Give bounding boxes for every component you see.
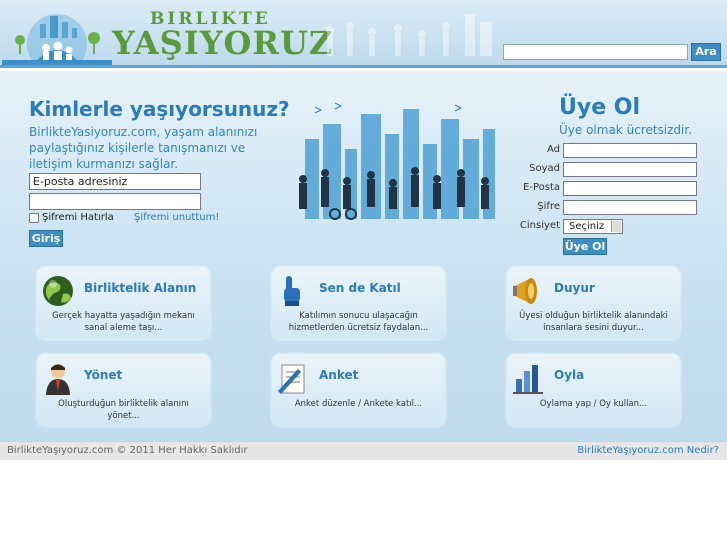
about-link[interactable]: BirlikteYaşıyoruz.com Nedir? <box>577 445 719 456</box>
feature-card-yonet[interactable]: Yönet Oluşturduğun birliktelik alanını y… <box>37 354 210 426</box>
feature-desc: Oluşturduğun birliktelik alanını yönet..… <box>58 399 189 421</box>
feature-title: Oyla <box>554 368 585 382</box>
login-intro-text: BirlikteYasiyoruz.com, yaşam alanınızı p… <box>29 125 258 171</box>
feature-card-oyla[interactable]: Oyla Oylama yap / Oy kullan... <box>507 354 680 426</box>
signup-title: Üye Ol <box>559 95 641 120</box>
remember-me-checkbox[interactable] <box>29 213 39 223</box>
feature-card-duyur[interactable]: Duyur Üyesi olduğun birliktelik alanında… <box>507 267 680 339</box>
login-button[interactable]: Giriş <box>29 230 63 247</box>
feature-card-anket[interactable]: Anket Anket düzenle / Ankete katıl... <box>272 354 445 426</box>
signup-email-label: E-Posta <box>523 182 560 193</box>
logo-text-bottom: YAŞIYORUZ <box>112 24 334 62</box>
city-people-illustration-icon <box>299 102 495 220</box>
signup-password-input[interactable] <box>563 200 697 215</box>
feature-desc: Katılımın sonucu ulaşacağın hizmetlerden… <box>288 311 429 333</box>
email-input[interactable]: E-posta adresiniz <box>29 173 201 190</box>
manager-icon <box>46 364 70 395</box>
search-button[interactable]: Ara <box>691 43 721 61</box>
globe-icon <box>43 276 73 306</box>
forgot-password-link[interactable]: Şifremi unuttum! <box>134 212 219 223</box>
feature-desc: Anket düzenle / Ankete katıl... <box>294 399 423 409</box>
feature-card-birliktelik[interactable]: Birliktelik Alanın Gerçek hayatta yaşadı… <box>37 267 210 339</box>
feature-desc: Oylama yap / Oy kullan... <box>539 399 648 409</box>
survey-icon <box>278 364 305 394</box>
bar-chart-icon <box>513 365 543 394</box>
feature-desc: Üyesi olduğun birliktelik alanındaki ins… <box>519 311 668 333</box>
name-input[interactable] <box>563 143 697 158</box>
name-label: Ad <box>546 144 560 155</box>
feature-card-katil[interactable]: Sen de Katıl Katılımın sonucu ulaşacağın… <box>272 267 445 339</box>
feature-title: Yönet <box>84 368 123 382</box>
pointing-hand-icon <box>284 276 300 306</box>
main-content: Kimlerle yaşıyorsunuz? BirlikteYasiyoruz… <box>0 71 727 441</box>
page: BIRLIKTE YAŞIYORUZ Ara Kimlerle yaşıyors… <box>0 0 727 545</box>
surname-label: Soyad <box>529 163 560 174</box>
feature-title: Duyur <box>554 281 595 295</box>
login-headline: Kimlerle yaşıyorsunuz? <box>29 97 290 121</box>
logo-art-icon <box>2 14 112 65</box>
copyright-text: BirlikteYaşıyoruz.com © 2011 Her Hakkı S… <box>7 445 248 456</box>
feature-title: Sen de Katıl <box>319 281 401 295</box>
feature-desc: Gerçek hayatta yaşadığın mekanı sanal al… <box>52 311 195 333</box>
surname-input[interactable] <box>563 162 697 177</box>
gender-selected-value: Seçiniz <box>569 221 605 232</box>
remember-me-label: Şifremi Hatırla <box>42 212 114 223</box>
gender-label: Cinsiyet <box>519 220 560 231</box>
signup-password-label: Şifre <box>537 201 560 212</box>
megaphone-icon <box>513 278 537 304</box>
password-input[interactable] <box>29 193 201 210</box>
chevron-down-icon <box>611 221 621 232</box>
search-input[interactable] <box>503 44 688 60</box>
signup-email-input[interactable] <box>563 181 697 196</box>
footer: BirlikteYaşıyoruz.com © 2011 Her Hakkı S… <box>0 441 727 460</box>
signup-subtitle: Üye olmak ücretsizdir. <box>559 123 693 137</box>
header-silhouettes-icon <box>326 14 492 56</box>
gender-select[interactable]: Seçiniz <box>563 219 623 234</box>
feature-title: Anket <box>319 368 359 382</box>
signup-button[interactable]: Üye Ol <box>563 238 607 255</box>
header: BIRLIKTE YAŞIYORUZ Ara <box>0 0 727 68</box>
feature-title: Birliktelik Alanın <box>84 281 197 295</box>
